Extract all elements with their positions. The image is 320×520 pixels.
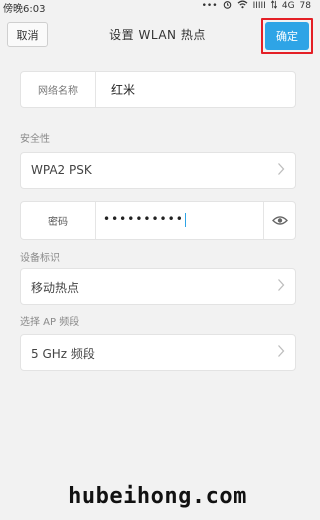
confirm-highlight-box: 确定 <box>261 18 313 54</box>
network-name-field[interactable]: 网络名称 红米 <box>20 71 296 108</box>
security-selector[interactable]: WPA2 PSK <box>20 152 296 189</box>
chevron-right-icon <box>277 162 285 180</box>
password-input[interactable]: •••••••••• <box>103 212 187 227</box>
confirm-button[interactable]: 确定 <box>265 22 309 50</box>
battery-level: 78 <box>299 1 311 11</box>
network-name-label: 网络名称 <box>21 72 96 107</box>
status-icons: ••• IIIII 4G 78 <box>202 0 311 12</box>
status-bar: 傍晚6:03 ••• IIIII 4G 78 <box>0 0 315 15</box>
wifi-icon <box>237 0 248 12</box>
security-section-label: 安全性 <box>20 134 50 145</box>
cancel-button[interactable]: 取消 <box>7 22 48 47</box>
network-type: 4G <box>281 1 295 11</box>
device-id-value: 移动热点 <box>31 281 80 295</box>
header-bar: 取消 设置 WLAN 热点 确定 <box>0 14 315 56</box>
show-password-toggle[interactable] <box>263 202 295 239</box>
password-field[interactable]: 密码 •••••••••• <box>20 201 296 240</box>
band-selector[interactable]: 5 GHz 频段 <box>20 334 296 371</box>
notification-dots: ••• <box>201 1 218 11</box>
signal-icon: IIIII <box>252 1 266 11</box>
text-cursor <box>184 212 187 227</box>
device-id-section-label: 设备标识 <box>20 253 60 264</box>
eye-icon <box>271 211 288 230</box>
network-name-value[interactable]: 红米 <box>111 81 135 98</box>
watermark-text: hubeihong.com <box>68 484 247 509</box>
status-time: 傍晚6:03 <box>3 4 46 15</box>
chevron-right-icon <box>277 344 285 362</box>
band-section-label: 选择 AP 频段 <box>20 317 80 328</box>
password-label: 密码 <box>21 202 96 239</box>
password-value: •••••••••• <box>103 212 184 226</box>
chevron-right-icon <box>277 278 285 296</box>
band-value: 5 GHz 频段 <box>31 347 95 361</box>
alarm-icon <box>223 0 232 12</box>
device-id-selector[interactable]: 移动热点 <box>20 268 296 305</box>
page-title: 设置 WLAN 热点 <box>109 28 206 42</box>
data-transfer-icon <box>270 0 277 12</box>
security-value: WPA2 PSK <box>31 163 92 177</box>
